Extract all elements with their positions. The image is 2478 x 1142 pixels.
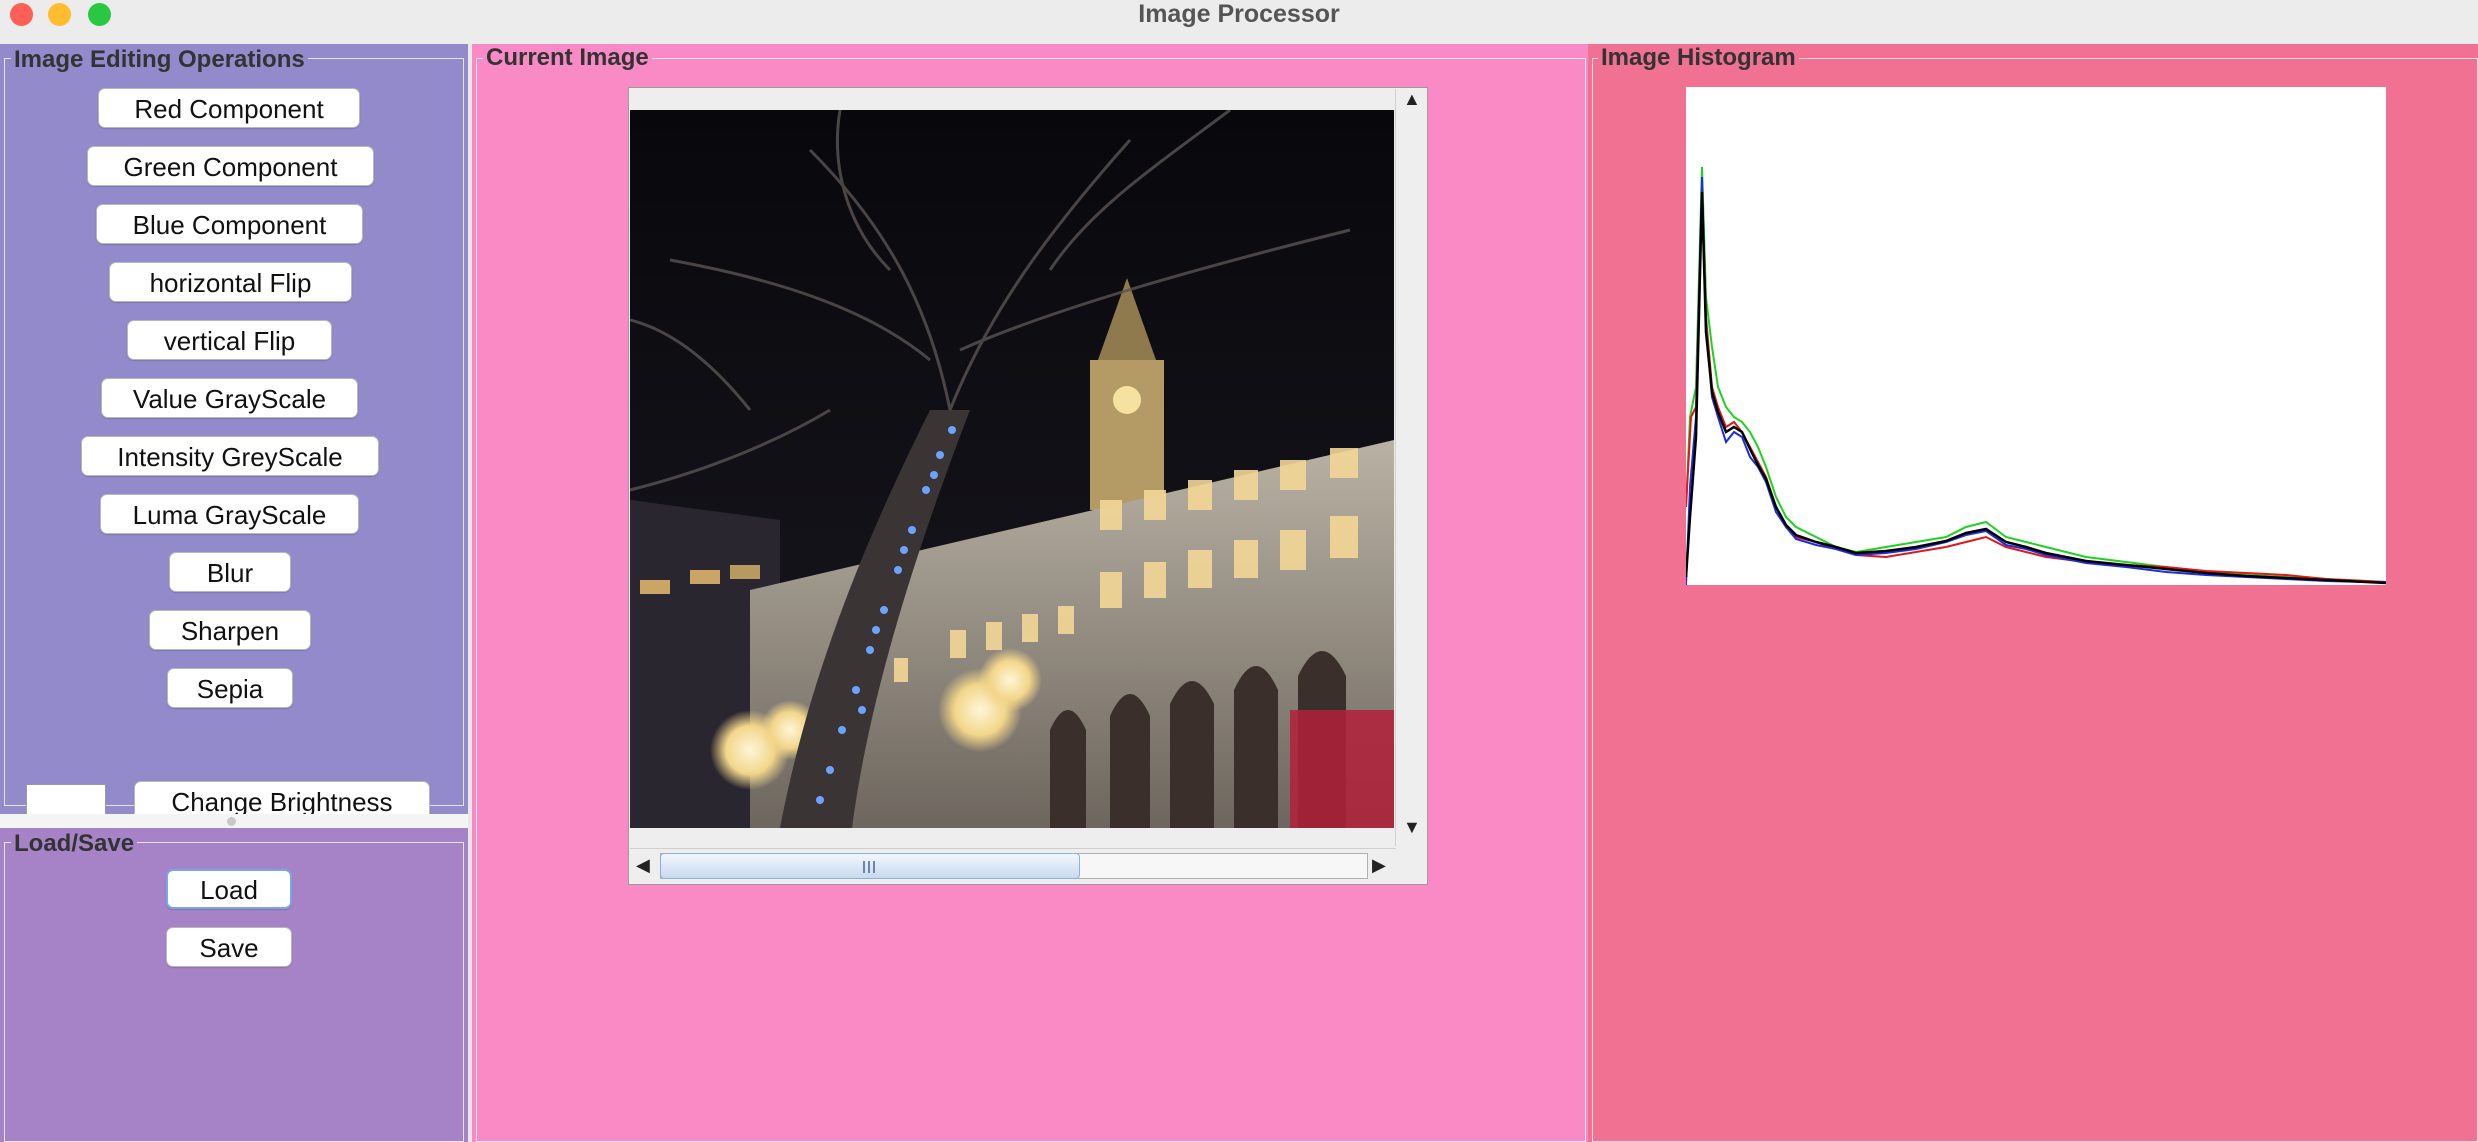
sharpen-button[interactable]: Sharpen	[149, 610, 311, 650]
scroll-up-arrow-icon[interactable]: ▲	[1403, 89, 1421, 110]
histogram-black-line	[1684, 191, 2387, 585]
intensity-greyscale-button[interactable]: Intensity GreyScale	[81, 436, 379, 476]
blur-button[interactable]: Blur	[169, 552, 291, 592]
scroll-right-arrow-icon[interactable]: ▶	[1372, 855, 1386, 876]
horizontal-scrollbar[interactable]: ◀ ▶	[630, 848, 1396, 883]
current-image	[630, 110, 1394, 828]
histogram-chart	[1684, 87, 2387, 586]
window-title: Image Processor	[1138, 0, 1340, 28]
load-save-panel: Load/Save Load Save	[0, 828, 468, 1142]
scroll-left-arrow-icon[interactable]: ◀	[636, 855, 650, 876]
vertical-flip-button[interactable]: vertical Flip	[127, 320, 332, 360]
operations-panel: Image Editing Operations Red Component G…	[0, 44, 468, 821]
load-save-panel-title: Load/Save	[11, 831, 138, 857]
save-button[interactable]: Save	[166, 927, 292, 967]
title-bar: Image Processor	[0, 0, 2478, 45]
histogram-blue-line	[1685, 176, 2386, 586]
red-component-button[interactable]: Red Component	[98, 88, 360, 128]
divider-grip-icon	[227, 817, 236, 826]
histogram-panel-title: Image Histogram	[1598, 45, 1799, 71]
histogram-green-line	[1685, 166, 2387, 583]
thumb-grip	[863, 861, 865, 873]
scroll-down-arrow-icon[interactable]: ▼	[1403, 817, 1421, 838]
image-scroll-pane[interactable]: ▲ ▼ ◀ ▶	[628, 87, 1428, 885]
sepia-button[interactable]: Sepia	[167, 668, 293, 708]
thumb-grip	[873, 861, 875, 873]
value-grayscale-button[interactable]: Value GrayScale	[101, 378, 358, 418]
horizontal-scroll-thumb[interactable]	[660, 853, 1080, 879]
vertical-scrollbar[interactable]: ▲ ▼	[1395, 89, 1426, 846]
luma-grayscale-button[interactable]: Luma GrayScale	[100, 494, 359, 534]
split-pane-divider[interactable]	[0, 814, 468, 828]
blue-component-button[interactable]: Blue Component	[96, 204, 363, 244]
thumb-grip	[868, 861, 870, 873]
current-image-panel-title: Current Image	[483, 45, 652, 71]
green-component-button[interactable]: Green Component	[87, 146, 374, 186]
load-button[interactable]: Load	[166, 869, 292, 909]
horizontal-flip-button[interactable]: horizontal Flip	[109, 262, 352, 302]
operations-panel-title: Image Editing Operations	[11, 47, 308, 73]
